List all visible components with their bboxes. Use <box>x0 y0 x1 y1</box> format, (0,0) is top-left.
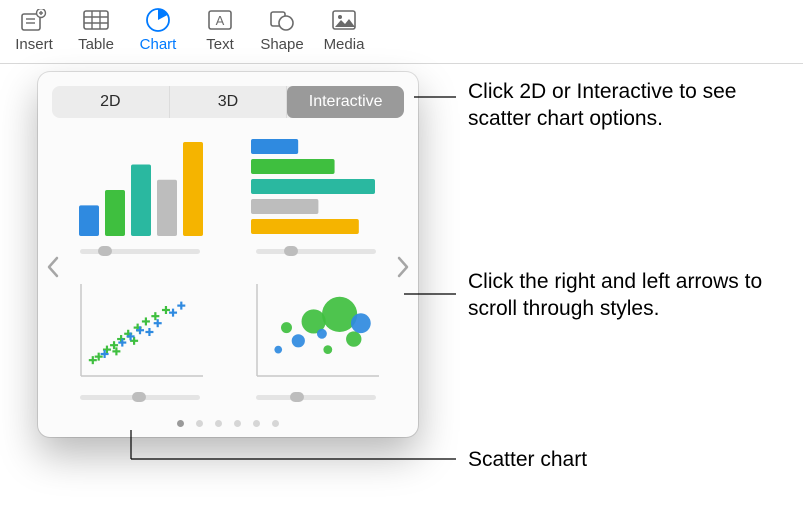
toolbar-table[interactable]: Table <box>74 6 118 53</box>
callout-tabs: Click 2D or Interactive to see scatter c… <box>468 78 788 133</box>
toolbar-text[interactable]: A Text <box>198 6 242 53</box>
shape-icon <box>268 6 296 34</box>
chart-thumb-bar[interactable] <box>246 136 386 256</box>
page-dots <box>52 420 404 427</box>
table-icon <box>82 6 110 34</box>
media-icon <box>330 6 358 34</box>
toolbar-media[interactable]: Media <box>322 6 366 53</box>
toolbar-shape[interactable]: Shape <box>260 6 304 53</box>
toolbar-label: Shape <box>260 36 303 53</box>
page-dot[interactable] <box>215 420 222 427</box>
thumb-slider[interactable] <box>80 392 200 402</box>
column-chart-preview <box>75 136 205 236</box>
page-dot[interactable] <box>177 420 184 427</box>
page-dot[interactable] <box>234 420 241 427</box>
bar-chart-preview <box>251 136 381 236</box>
bubble-chart-preview <box>251 282 381 382</box>
tab-interactive[interactable]: Interactive <box>287 86 404 118</box>
toolbar-label: Table <box>78 36 114 53</box>
tab-2d[interactable]: 2D <box>52 86 170 118</box>
insert-icon <box>20 6 48 34</box>
toolbar-chart[interactable]: Chart <box>136 6 180 53</box>
page-dot[interactable] <box>196 420 203 427</box>
thumb-slider[interactable] <box>256 246 376 256</box>
callout-arrows: Click the right and left arrows to scrol… <box>468 268 788 323</box>
toolbar: Insert Table Chart A Text Shape Media <box>0 0 803 64</box>
pie-icon <box>144 6 172 34</box>
toolbar-label: Insert <box>15 36 53 53</box>
chart-thumb-bubble[interactable] <box>246 282 386 402</box>
page-dot[interactable] <box>272 420 279 427</box>
textbox-icon: A <box>206 6 234 34</box>
thumb-slider[interactable] <box>80 246 200 256</box>
toolbar-label: Media <box>324 36 365 53</box>
chart-thumb-column[interactable] <box>70 136 210 256</box>
chart-popover: 2D 3D Interactive <box>38 72 418 437</box>
scatter-chart-preview <box>75 282 205 382</box>
thumb-slider[interactable] <box>256 392 376 402</box>
chart-thumb-scatter[interactable] <box>70 282 210 402</box>
toolbar-insert[interactable]: Insert <box>12 6 56 53</box>
toolbar-label: Chart <box>140 36 177 53</box>
toolbar-label: Text <box>206 36 234 53</box>
chart-gallery <box>52 136 404 402</box>
callout-scatter: Scatter chart <box>468 446 587 473</box>
page-dot[interactable] <box>253 420 260 427</box>
tab-3d[interactable]: 3D <box>170 86 288 118</box>
svg-text:A: A <box>216 13 225 28</box>
chart-dimension-tabs: 2D 3D Interactive <box>52 86 404 118</box>
